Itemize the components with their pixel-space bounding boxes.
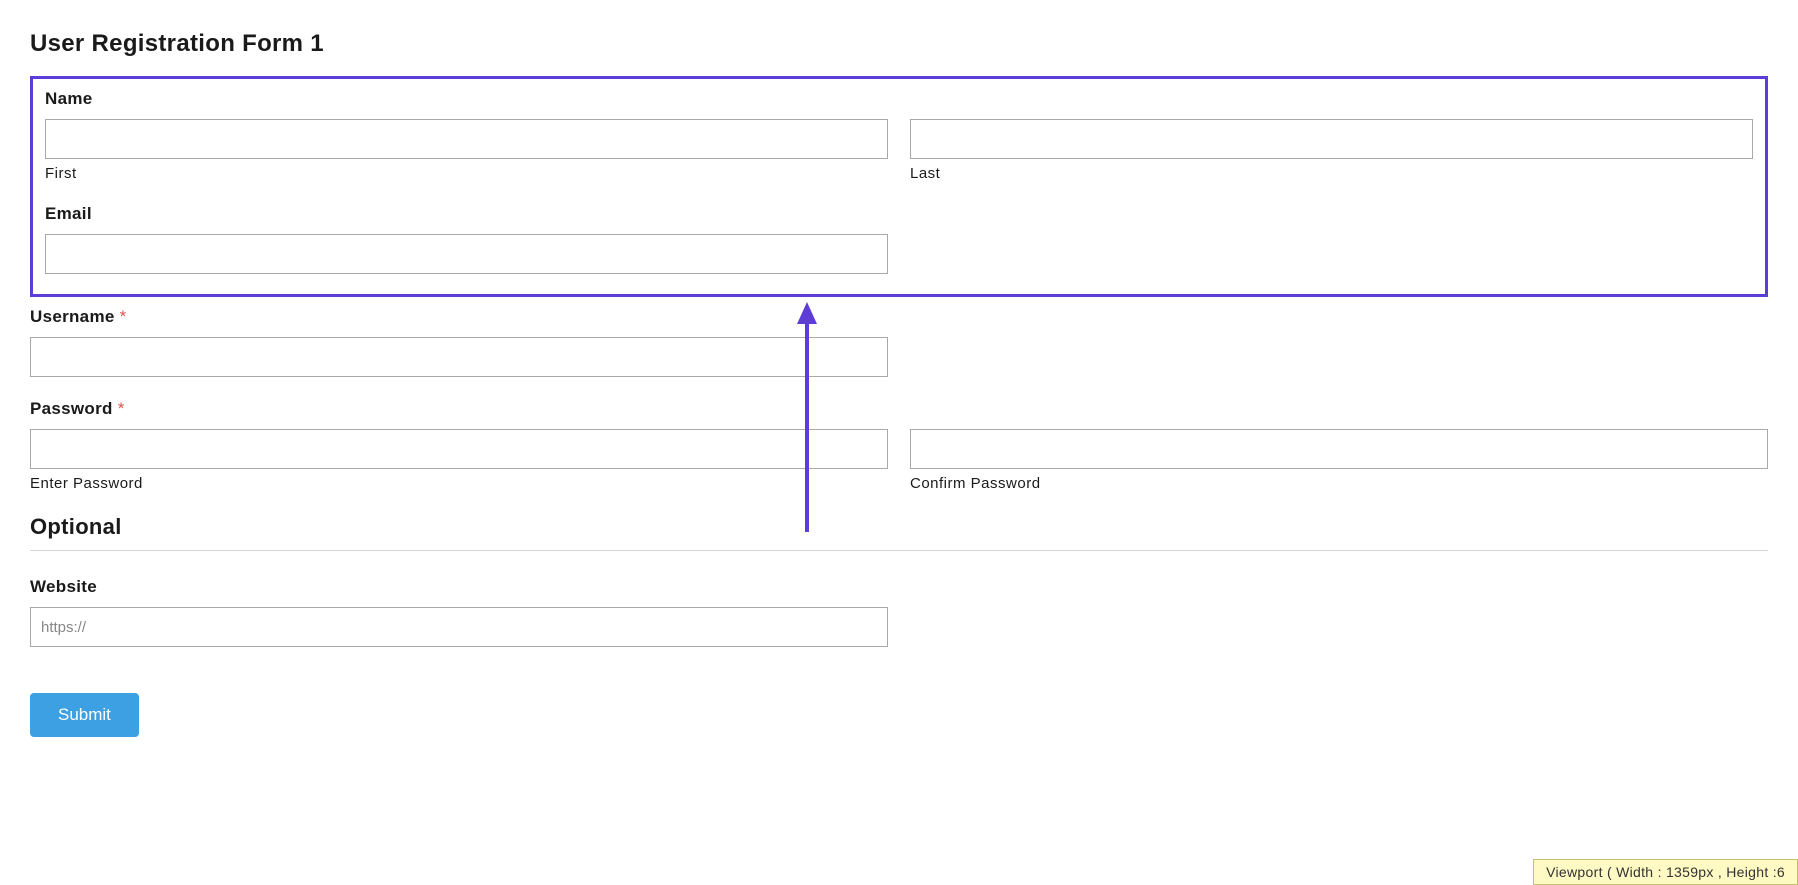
- password-field-group: Password * Enter Password Confirm Passwo…: [30, 399, 1768, 492]
- username-field-group: Username *: [30, 307, 1768, 377]
- password-confirm-sublabel: Confirm Password: [910, 475, 1768, 492]
- website-label: Website: [30, 577, 1768, 597]
- optional-section-heading: Optional: [30, 514, 1768, 540]
- password-enter-input[interactable]: [30, 429, 888, 469]
- required-asterisk: *: [120, 307, 127, 326]
- first-name-sublabel: First: [45, 165, 888, 182]
- website-input[interactable]: [30, 607, 888, 647]
- username-label-text: Username: [30, 307, 120, 326]
- password-label-text: Password: [30, 399, 118, 418]
- email-field-group: Email: [45, 204, 1753, 274]
- section-divider: [30, 550, 1768, 551]
- name-field-group: Name First Last: [45, 89, 1753, 182]
- first-name-input[interactable]: [45, 119, 888, 159]
- form-title: User Registration Form 1: [30, 30, 1768, 58]
- highlight-annotation-box: Name First Last Email: [30, 76, 1768, 297]
- password-enter-sublabel: Enter Password: [30, 475, 888, 492]
- viewport-badge: Viewport ( Width : 1359px , Height :6: [1533, 859, 1798, 885]
- name-label: Name: [45, 89, 1753, 109]
- website-field-group: Website: [30, 577, 1768, 647]
- email-input[interactable]: [45, 234, 888, 274]
- password-confirm-input[interactable]: [910, 429, 1768, 469]
- required-asterisk: *: [118, 399, 125, 418]
- last-name-input[interactable]: [910, 119, 1753, 159]
- username-label: Username *: [30, 307, 1768, 327]
- last-name-sublabel: Last: [910, 165, 1753, 182]
- email-label: Email: [45, 204, 1753, 224]
- password-label: Password *: [30, 399, 1768, 419]
- username-input[interactable]: [30, 337, 888, 377]
- submit-button[interactable]: Submit: [30, 693, 139, 737]
